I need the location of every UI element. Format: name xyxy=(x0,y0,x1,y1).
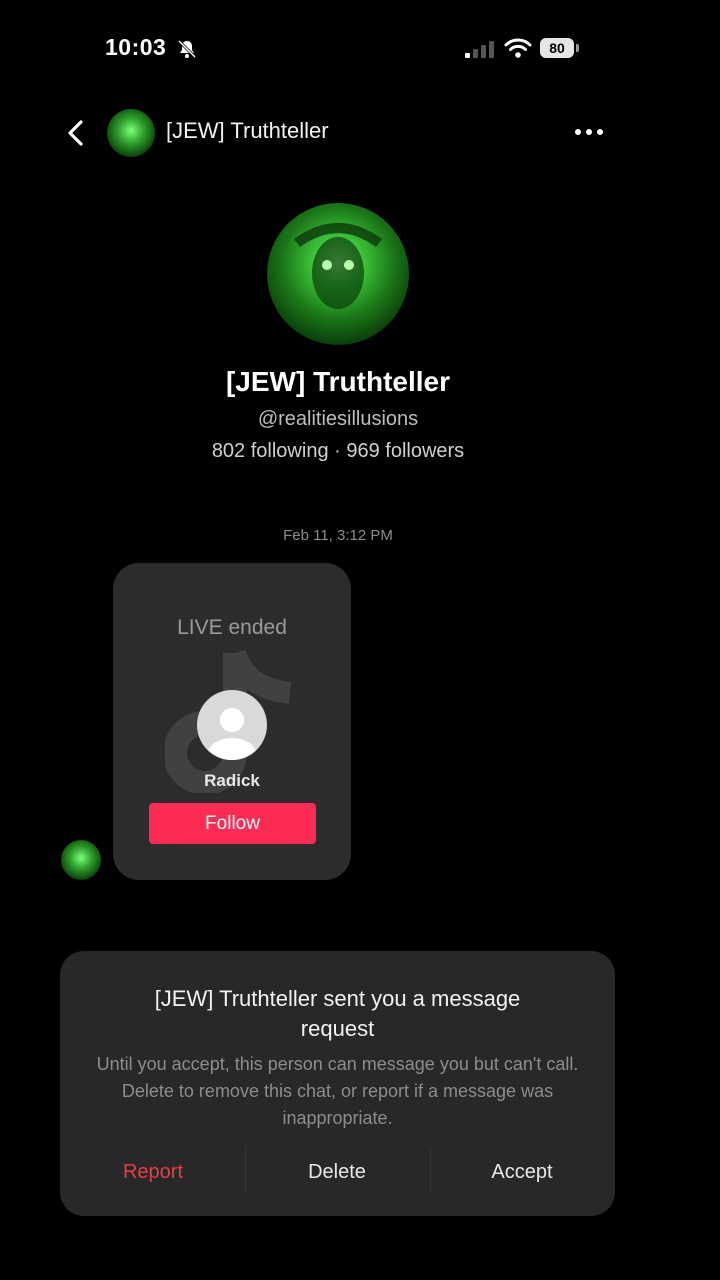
message-timestamp: Feb 11, 3:12 PM xyxy=(283,527,393,544)
battery-icon: 80 xyxy=(540,38,579,58)
more-dots-icon[interactable] xyxy=(575,120,609,144)
profile-handle: @realitiesillusions xyxy=(257,408,419,430)
live-ended-card[interactable]: LIVE ended Radick Follow xyxy=(113,563,351,880)
chevron-left-icon[interactable] xyxy=(62,118,90,148)
bell-slash-icon xyxy=(177,39,197,59)
sender-avatar[interactable] xyxy=(61,840,101,880)
live-ended-label: LIVE ended xyxy=(177,616,287,639)
header-title[interactable]: [JEW] Truthteller xyxy=(166,118,329,144)
profile-avatar[interactable] xyxy=(267,203,409,345)
accept-button[interactable]: Accept xyxy=(447,1161,597,1184)
divider xyxy=(245,1147,246,1193)
face-silhouette-icon xyxy=(294,223,382,309)
status-time: 10:03 xyxy=(105,34,167,60)
request-description: Until you accept, this person can messag… xyxy=(96,1054,579,1128)
report-button[interactable]: Report xyxy=(78,1161,228,1184)
profile-name: [JEW] Truthteller xyxy=(225,366,450,397)
header-avatar[interactable] xyxy=(107,109,155,157)
person-placeholder-icon xyxy=(208,708,256,760)
delete-button[interactable]: Delete xyxy=(262,1161,412,1184)
profile-stats: 802 following · 969 followers xyxy=(211,440,465,462)
signal-icon xyxy=(465,41,494,58)
request-title: [JEW] Truthteller sent you a message req… xyxy=(154,986,521,1041)
divider xyxy=(430,1147,431,1193)
host-name: Radick xyxy=(204,771,260,790)
host-avatar[interactable] xyxy=(197,690,267,760)
wifi-icon xyxy=(504,38,532,58)
follow-button[interactable]: Follow xyxy=(149,803,316,844)
message-request-panel: [JEW] Truthteller sent you a message req… xyxy=(60,951,615,1216)
